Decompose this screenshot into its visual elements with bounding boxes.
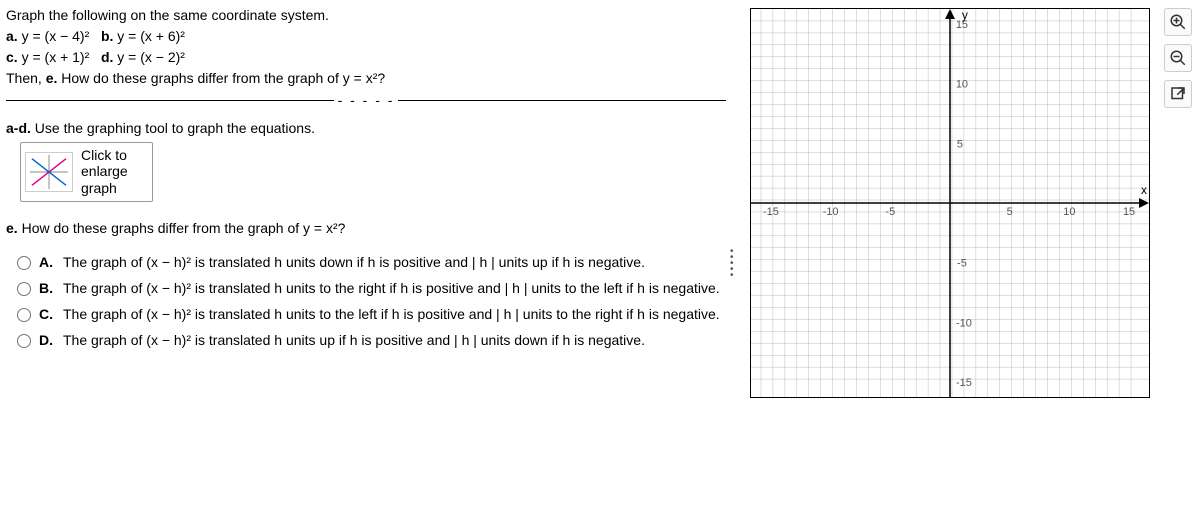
graph-tool-text: Click to enlarge graph xyxy=(81,147,128,197)
label-a: a. xyxy=(6,28,18,44)
option-b[interactable]: B. The graph of (x − h)² is translated h… xyxy=(6,280,726,296)
vertical-drag-handle[interactable]: ••••• xyxy=(730,250,734,280)
ytick-n15: -15 xyxy=(956,377,972,389)
eq-b: y = (x + 6)² xyxy=(117,28,185,44)
eq-d: y = (x − 2)² xyxy=(117,49,185,65)
ytick-5: 5 xyxy=(957,138,963,150)
side-toolbar xyxy=(1164,8,1192,116)
xtick-5: 5 xyxy=(1007,206,1013,218)
ad-text: Use the graphing tool to graph the equat… xyxy=(35,120,315,136)
label-b: b. xyxy=(101,28,113,44)
option-b-letter: B. xyxy=(39,280,57,296)
ad-instruction: a-d. Use the graphing tool to graph the … xyxy=(6,120,726,136)
eq-c: y = (x + 1)² xyxy=(22,49,90,65)
option-d[interactable]: D. The graph of (x − h)² is translated h… xyxy=(6,332,726,348)
separator-dots: - - - - - xyxy=(334,92,399,108)
graph-tool-line3: graph xyxy=(81,180,128,197)
question-e-prefix: e. xyxy=(6,220,18,236)
option-d-text: The graph of (x − h)² is translated h un… xyxy=(63,332,726,348)
ytick-n10: -10 xyxy=(956,317,972,329)
prompt-line-cd: c. y = (x + 1)² d. y = (x − 2)² xyxy=(6,48,726,67)
question-e: e. How do these graphs differ from the g… xyxy=(6,220,726,236)
separator: - - - - - xyxy=(6,92,726,108)
option-d-letter: D. xyxy=(39,332,57,348)
prompt-intro: Graph the following on the same coordina… xyxy=(6,6,726,25)
ytick-10: 10 xyxy=(956,79,968,91)
zoom-in-button[interactable] xyxy=(1164,8,1192,36)
option-a-letter: A. xyxy=(39,254,57,270)
x-axis-label: x xyxy=(1141,183,1147,197)
eq-a: y = (x − 4)² xyxy=(22,28,90,44)
question-e-text: How do these graphs differ from the grap… xyxy=(22,220,346,236)
zoom-out-button[interactable] xyxy=(1164,44,1192,72)
open-external-button[interactable] xyxy=(1164,80,1192,108)
graph-tool-line1: Click to xyxy=(81,147,128,164)
option-a-text: The graph of (x − h)² is translated h un… xyxy=(63,254,726,270)
open-external-icon xyxy=(1169,85,1187,103)
xtick-n15: -15 xyxy=(763,206,779,218)
zoom-in-icon xyxy=(1169,13,1187,31)
coordinate-graph[interactable]: -15 -10 -5 5 10 15 15 10 5 -5 -10 -15 y … xyxy=(750,8,1150,398)
option-c-text: The graph of (x − h)² is translated h un… xyxy=(63,306,726,322)
option-b-text: The graph of (x − h)² is translated h un… xyxy=(63,280,726,296)
zoom-out-icon xyxy=(1169,49,1187,67)
option-a[interactable]: A. The graph of (x − h)² is translated h… xyxy=(6,254,726,270)
ad-prefix: a-d. xyxy=(6,120,31,136)
graph-tool-line2: enlarge xyxy=(81,163,128,180)
graph-thumb-icon xyxy=(25,152,73,192)
xtick-10: 10 xyxy=(1063,206,1075,218)
xtick-n5: -5 xyxy=(885,206,895,218)
xtick-15: 15 xyxy=(1123,206,1135,218)
prompt-line-ab: a. y = (x − 4)² b. y = (x + 6)² xyxy=(6,27,726,46)
prompt-line-e: Then, e. How do these graphs differ from… xyxy=(6,69,726,88)
enlarge-graph-button[interactable]: Click to enlarge graph xyxy=(20,142,153,202)
label-e: e. xyxy=(46,70,58,86)
ytick-n5: -5 xyxy=(957,258,967,270)
radio-d[interactable] xyxy=(17,334,31,348)
radio-c[interactable] xyxy=(17,308,31,322)
radio-b[interactable] xyxy=(17,282,31,296)
xtick-n10: -10 xyxy=(823,206,839,218)
option-c[interactable]: C. The graph of (x − h)² is translated h… xyxy=(6,306,726,322)
y-axis-label: y xyxy=(962,9,968,22)
radio-a[interactable] xyxy=(17,256,31,270)
label-then: Then, xyxy=(6,70,42,86)
eq-e: How do these graphs differ from the grap… xyxy=(61,70,385,86)
label-d: d. xyxy=(101,49,113,65)
option-c-letter: C. xyxy=(39,306,57,322)
label-c: c. xyxy=(6,49,18,65)
